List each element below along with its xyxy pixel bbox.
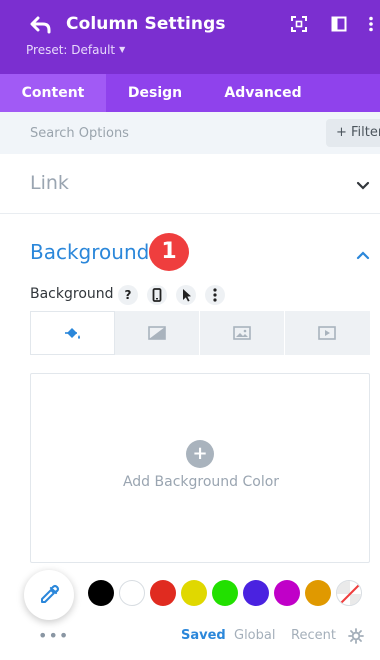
chevron-down-icon[interactable] <box>356 181 370 191</box>
no-color-icon <box>337 581 361 605</box>
filter-button[interactable]: + Filter <box>326 119 380 147</box>
section-title-link: Link <box>30 172 69 194</box>
bg-type-color[interactable] <box>30 311 115 355</box>
paint-bucket-icon <box>65 328 80 339</box>
palette-tab-recent[interactable]: Recent <box>291 628 336 643</box>
settings-header: Column Settings Preset: Default ▼ <box>0 0 380 74</box>
bg-type-video[interactable] <box>285 311 370 355</box>
more-options-icon[interactable] <box>205 285 225 305</box>
gradient-icon <box>148 326 166 340</box>
section-title-background[interactable]: Background <box>30 240 149 264</box>
search-bar: + Filter <box>0 112 380 154</box>
gear-icon[interactable] <box>348 628 364 644</box>
color-swatch[interactable] <box>181 580 207 606</box>
color-swatch[interactable] <box>88 580 114 606</box>
background-color-preview[interactable]: + Add Background Color <box>30 373 370 563</box>
background-field-label: Background <box>30 286 114 302</box>
expand-icon[interactable] <box>291 16 307 32</box>
more-palette-icon[interactable]: ••• <box>38 626 69 645</box>
color-swatch[interactable] <box>274 580 300 606</box>
modal-title: Column Settings <box>66 14 226 34</box>
no-color-swatch[interactable] <box>336 580 362 606</box>
color-swatch[interactable] <box>119 580 145 606</box>
tab-content[interactable]: Content <box>0 74 106 112</box>
bg-type-gradient[interactable] <box>115 311 200 355</box>
tab-design[interactable]: Design <box>106 74 204 112</box>
settings-tabs: Content Design Advanced <box>0 74 380 112</box>
help-icon[interactable]: ? <box>118 285 138 305</box>
bg-type-image[interactable] <box>200 311 285 355</box>
background-type-tabs <box>30 311 370 355</box>
hover-cursor-icon[interactable] <box>176 285 196 305</box>
chevron-up-icon[interactable] <box>356 250 370 260</box>
eyedropper-icon <box>41 584 60 603</box>
mobile-icon[interactable] <box>147 285 167 305</box>
tab-advanced[interactable]: Advanced <box>204 74 322 112</box>
video-icon <box>318 326 336 340</box>
preset-label: Preset: Default <box>26 43 116 57</box>
color-swatch[interactable] <box>150 580 176 606</box>
undo-icon[interactable] <box>30 14 52 36</box>
search-input[interactable] <box>14 120 314 146</box>
split-view-icon[interactable] <box>331 16 347 32</box>
color-swatch[interactable] <box>243 580 269 606</box>
section-link[interactable]: Link <box>0 154 380 214</box>
step-badge: 1 <box>149 233 189 271</box>
add-icon[interactable]: + <box>186 440 214 468</box>
image-icon <box>233 326 251 340</box>
preset-dropdown[interactable]: Preset: Default ▼ <box>26 43 125 57</box>
color-picker-button[interactable] <box>24 570 74 620</box>
more-options-icon[interactable] <box>366 16 376 32</box>
color-swatch[interactable] <box>212 580 238 606</box>
color-swatch[interactable] <box>305 580 331 606</box>
caret-down-icon: ▼ <box>119 45 126 54</box>
palette-tab-saved[interactable]: Saved <box>181 628 226 643</box>
add-background-color-label[interactable]: Add Background Color <box>31 474 371 490</box>
palette-tab-global[interactable]: Global <box>234 628 275 643</box>
